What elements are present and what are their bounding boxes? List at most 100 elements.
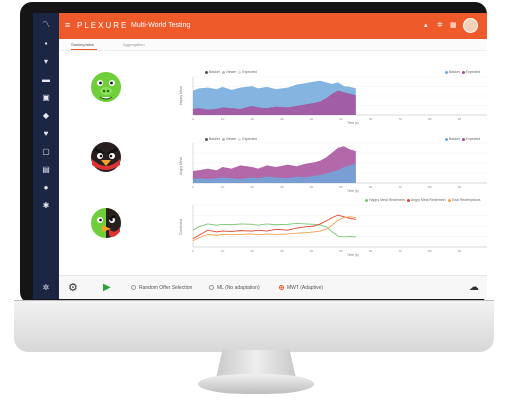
avatar[interactable] [463,18,478,33]
tab-sankey[interactable]: Sankey/ation [71,42,94,48]
option-label: Random Offer Selection [139,285,193,291]
x-tick-label: 90 [458,185,462,189]
chart-angry-meal-svg: 0 10 20 30 40 50 60 70 80 90 100Time (s) [192,142,487,193]
legend-item: Expected [242,70,257,74]
legend-item: Total Redemptions [451,198,481,202]
x-tick-label: 60 [369,185,373,189]
legend-right: Basket Expected [445,70,480,75]
chat-icon[interactable]: ▣ [41,93,51,103]
legend-item: Expected [465,70,481,74]
control-bar: ⚙ ▶ Random Offer Selection ML (No adapta… [59,275,487,299]
legend-item: Expected [242,137,257,141]
tab-bar: Sankey/ation Aggregation [59,39,487,51]
x-tick-label: 20 [251,117,255,121]
x-tick-label: 70 [399,185,403,189]
legend-item: Basket [209,70,220,74]
x-tick-label: 10 [221,185,225,189]
x-tick-label: 30 [280,185,284,189]
option-mwt[interactable]: MWT (Adaptive) [279,284,323,292]
x-tick-label: 60 [369,117,373,121]
happy-meal-row: 0 10 20 30 40 50 60 70 80 90 100 Time (s) Basket Vi… [59,57,487,127]
gear-icon[interactable]: ✲ [41,283,51,293]
chart-happy-meal-svg: 0 10 20 30 40 50 60 70 80 90 100Time (s) [192,76,487,125]
radio-dot [209,285,214,291]
legend-item: Viewer [225,137,237,141]
legend-left: Basket Viewer Expected [205,70,257,75]
x-tick-label: 40 [310,185,314,189]
x-tick-label: 50 [339,185,343,189]
legend-right: Happy Meal Redemetn Angry Meal Redemetn … [365,198,481,203]
legend-item: Angry Meal Redemetn [410,198,446,202]
x-tick-label: 80 [428,185,432,189]
option-label: MWT (Adaptive) [287,285,324,291]
x-tick-label: 100 [486,249,487,253]
app-header: ≡ PLEXURE Multi-World Testing ▴ ✲ ▦ [59,13,487,39]
legend-item: Viewer [225,70,237,74]
label-icon[interactable]: ◆ [41,111,51,121]
copy-icon[interactable]: ▢ [41,147,51,157]
series-line [192,216,356,242]
app-screen: 〽 ▪ ▾ ▬ ▣ ◆ ♥ ▢ ▤ ● ✱ ✲ ≡ PLEXURE Multi-… [33,13,487,299]
x-axis-label: Time (s) [347,253,359,257]
x-tick-label: 90 [458,249,462,253]
x-tick-label: 30 [280,117,284,121]
legend-item: Basket [209,137,220,141]
legend-right: Basket Expected [445,137,480,142]
legend-item: Expected [465,137,481,141]
x-tick-label: 100 [486,185,487,189]
angry-meal-row: 0 10 20 30 40 50 60 70 80 90 100 Time (s) Basket Vi… [59,125,487,195]
radio-dot [131,285,136,291]
x-tick-label: 70 [399,249,403,253]
play-icon[interactable]: ▶ [103,282,111,294]
active-tab-indicator [71,49,97,50]
option-ml[interactable]: ML (No adaptation) [209,284,260,292]
settings-icon[interactable]: ✱ [41,201,51,211]
cloud-icon[interactable]: ☁ [469,283,479,293]
logo-icon[interactable]: 〽 [41,20,51,30]
legend-left: Basket Viewer Expected [205,137,257,142]
grid-icon[interactable]: ▦ [450,21,457,30]
monitor-mockup: 〽 ▪ ▾ ▬ ▣ ◆ ♥ ▢ ▤ ● ✱ ✲ ≡ PLEXURE Multi-… [0,0,507,411]
tab-aggregation[interactable]: Aggregation [123,42,145,48]
radio-dot [279,285,284,291]
x-tick-label: 40 [310,249,314,253]
legend-item: Happy Meal Redemetn [369,198,405,202]
combined-row: 0 10 20 30 40 50 60 70 80 90 100 Time (s) Happy Mea… [59,191,487,267]
tag-icon[interactable]: ▾ [41,57,51,67]
x-tick-label: 0 [192,185,194,189]
x-tick-label: 50 [339,117,343,121]
dashboard-icon[interactable]: ▪ [41,39,51,49]
x-tick-label: 100 [486,117,487,121]
pin-icon[interactable]: ● [41,183,51,193]
option-random[interactable]: Random Offer Selection [131,284,192,292]
x-tick-label: 40 [310,117,314,121]
x-tick-label: 50 [339,249,343,253]
y-axis-label: Angry Meal [179,157,183,175]
x-tick-label: 20 [251,185,255,189]
x-tick-label: 70 [399,117,403,121]
brand-logo: PLEXURE [77,21,129,30]
x-tick-label: 80 [428,117,432,121]
x-tick-label: 90 [458,117,462,121]
gear-icon[interactable]: ⚙ [68,282,78,294]
x-tick-label: 20 [251,249,255,253]
x-tick-label: 10 [221,249,225,253]
monitor-chin [14,300,494,352]
hamburger-icon[interactable]: ≡ [65,21,70,30]
x-tick-label: 0 [192,117,194,121]
x-tick-label: 10 [221,117,225,121]
page-title: Multi-World Testing [131,22,191,29]
legend-item: Basket [449,137,460,141]
sidebar: 〽 ▪ ▾ ▬ ▣ ◆ ♥ ▢ ▤ ● ✱ ✲ [33,13,59,299]
gear-icon[interactable]: ✲ [437,21,443,30]
bell-icon[interactable]: ▴ [424,21,428,30]
y-axis-label: Happy Meal [179,86,183,105]
legend-item: Basket [449,70,460,74]
layers-icon[interactable]: ▤ [41,165,51,175]
heart-icon[interactable]: ♥ [41,129,51,139]
x-tick-label: 0 [192,249,194,253]
x-tick-label: 30 [280,249,284,253]
monitor-stand-base [198,374,314,394]
user-icon[interactable]: ▬ [41,75,51,85]
x-tick-label: 80 [428,249,432,253]
